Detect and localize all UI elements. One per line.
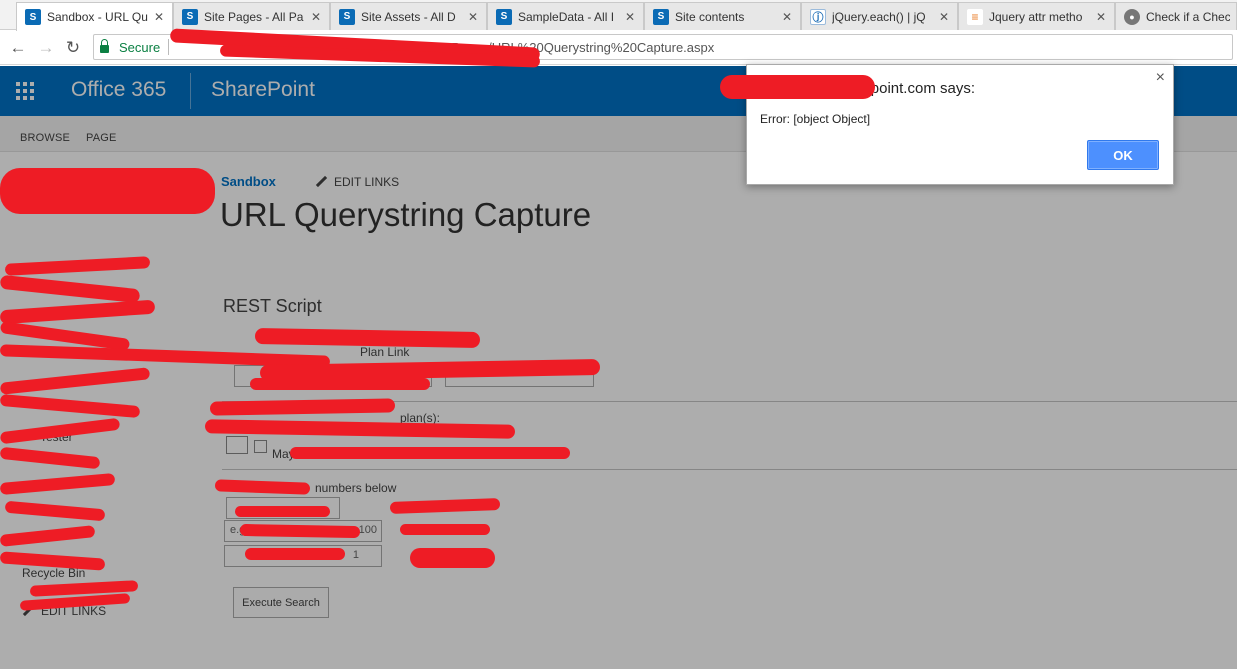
jquery-icon: ⓙ	[810, 8, 826, 25]
forward-arrow-icon[interactable]: →	[35, 37, 57, 59]
close-tab-icon[interactable]: ✕	[780, 10, 794, 24]
lock-icon	[100, 39, 109, 53]
redaction-mark	[400, 524, 490, 535]
close-tab-icon[interactable]: ✕	[1094, 10, 1108, 24]
redaction-mark	[239, 523, 361, 539]
sharepoint-icon: S	[339, 8, 355, 25]
github-icon: ●	[1124, 8, 1140, 25]
browser-tab-jquery-attr[interactable]: ≡ Jquery attr metho ✕	[958, 2, 1115, 30]
redaction-mark	[250, 378, 430, 390]
browser-tab-jquery-each[interactable]: ⓙ jQuery.each() | jQ ✕	[801, 2, 958, 30]
redaction-mark	[410, 548, 495, 568]
stackoverflow-icon: ≡	[967, 8, 983, 25]
back-arrow-icon[interactable]: ←	[7, 37, 29, 59]
redaction-mark	[0, 168, 215, 214]
browser-tab-site-contents[interactable]: S Site contents ✕	[644, 2, 801, 30]
redaction-mark	[720, 75, 875, 99]
close-tab-icon[interactable]: ✕	[309, 10, 323, 24]
close-tab-icon[interactable]: ✕	[623, 10, 637, 24]
browser-tab-strip: S Sandbox - URL Qu ✕ S Site Pages - All …	[0, 0, 1237, 31]
browser-tab-site-assets[interactable]: S Site Assets - All D ✕	[330, 2, 487, 30]
redaction-mark	[290, 447, 570, 459]
close-tab-icon[interactable]: ✕	[466, 10, 480, 24]
browser-tab-sandbox[interactable]: S Sandbox - URL Qu ✕	[16, 2, 173, 31]
sharepoint-icon: S	[182, 8, 198, 25]
close-tab-icon[interactable]: ✕	[152, 10, 166, 24]
browser-tab-checkbox[interactable]: ● Check if a Checkb	[1115, 2, 1237, 30]
dialog-message: Error: [object Object]	[760, 112, 871, 126]
ok-button[interactable]: OK	[1087, 140, 1159, 170]
address-separator	[168, 39, 170, 55]
sharepoint-icon: S	[496, 8, 512, 25]
close-tab-icon[interactable]: ✕	[937, 10, 951, 24]
browser-tab-site-pages[interactable]: S Site Pages - All Pa ✕	[173, 2, 330, 30]
sharepoint-icon: S	[653, 8, 669, 25]
reload-icon[interactable]: ↻	[62, 37, 84, 59]
secure-label: Secure	[119, 39, 161, 55]
sharepoint-icon: S	[25, 9, 41, 25]
redaction-mark	[245, 548, 345, 560]
redaction-mark	[235, 506, 330, 517]
browser-tab-sampledata[interactable]: S SampleData - All I ✕	[487, 2, 644, 30]
